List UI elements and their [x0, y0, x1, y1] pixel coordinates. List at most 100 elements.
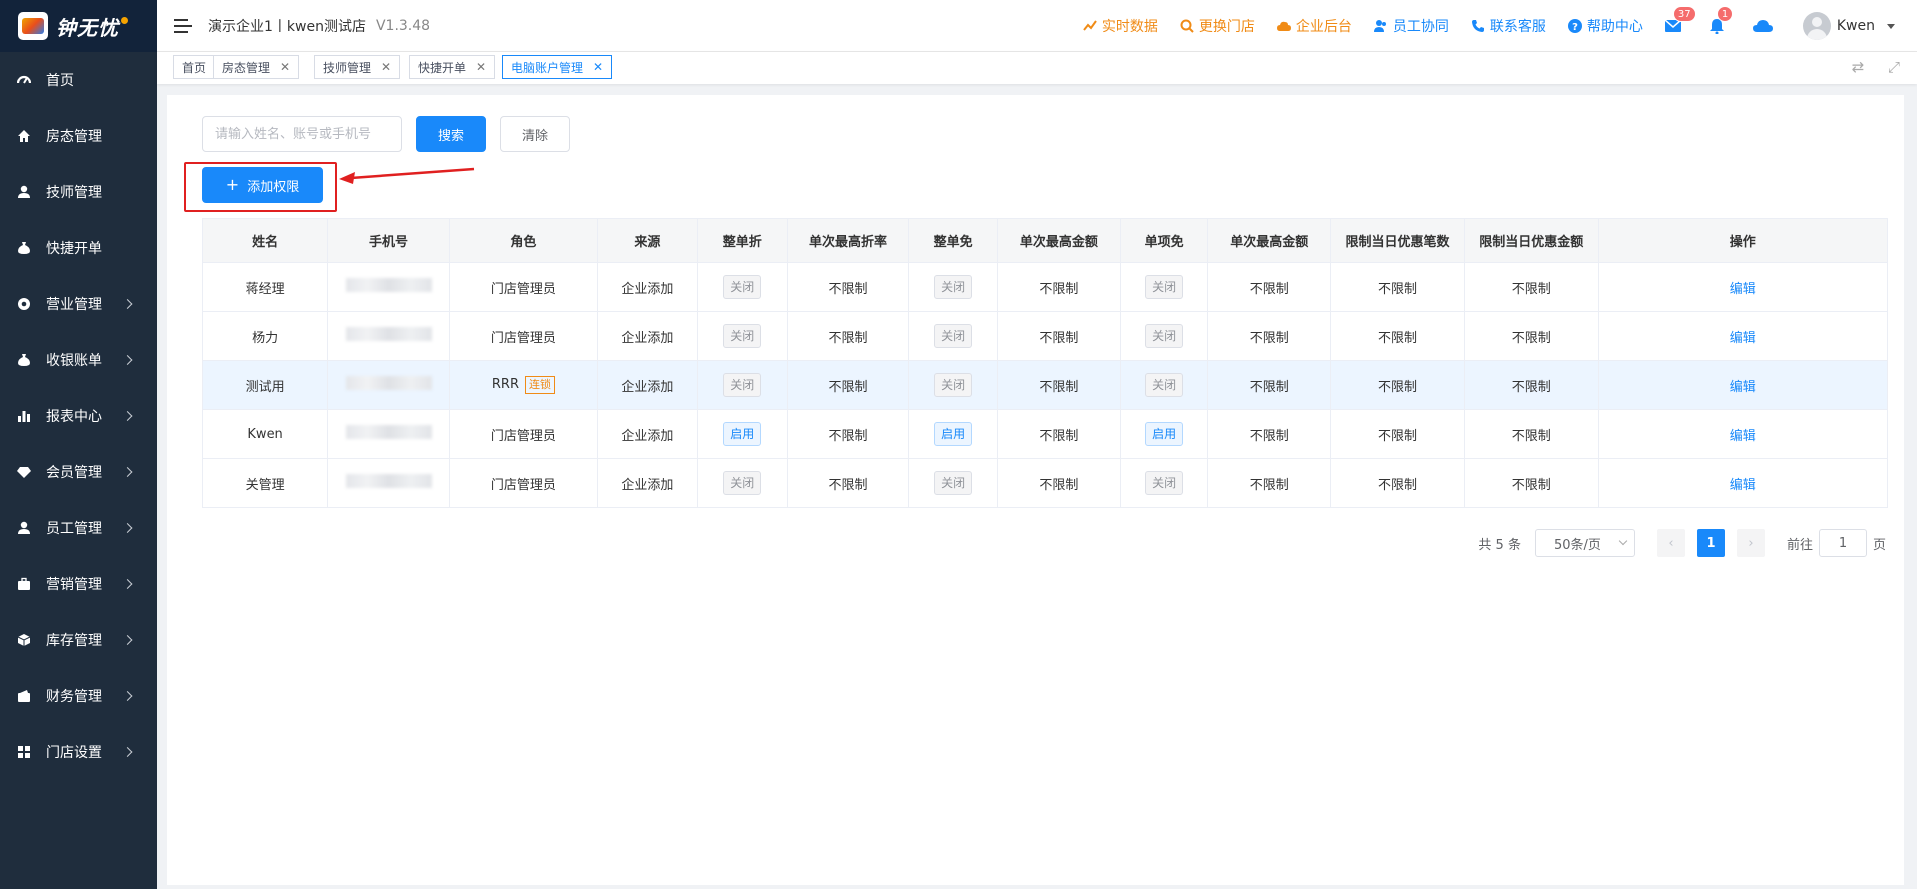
masked-phone — [345, 425, 432, 439]
cell-actions: 编辑 — [1597, 311, 1889, 361]
sidebar-item-7[interactable]: 会员管理 — [0, 444, 157, 500]
sidebar-item-12[interactable]: 门店设置 — [0, 724, 157, 780]
page-number-current[interactable]: 1 — [1696, 529, 1725, 557]
masked-phone — [345, 327, 432, 341]
sidebar-item-0[interactable]: 首页 — [0, 52, 157, 108]
next-page-button[interactable]: › — [1736, 529, 1765, 557]
table-row: 杨力 门店管理员 企业添加 关闭 不限制 关闭 不限制 关闭 不限制 不限制 不限制 编辑 — [201, 311, 1889, 361]
add-permission-button[interactable]: + 添加权限 — [202, 167, 323, 203]
sidebar-item-1[interactable]: 房态管理 — [0, 108, 157, 164]
cell-source: 企业添加 — [597, 262, 698, 312]
limit-count-text: 不限制 — [1377, 428, 1417, 444]
close-icon[interactable]: ✕ — [476, 60, 486, 74]
user-menu[interactable]: Kwen — [1802, 12, 1895, 40]
tab-home[interactable]: 首页 — [173, 55, 216, 79]
chevron-right-icon — [122, 299, 133, 309]
contact-service-link[interactable]: 联系客服 — [1471, 16, 1546, 36]
staff-collab-link[interactable]: 员工协同 — [1373, 16, 1449, 36]
prev-page-button[interactable]: ‹ — [1656, 529, 1685, 557]
column-header: 单次最高折率 — [786, 218, 910, 263]
sidebar-item-3[interactable]: 快捷开单 — [0, 220, 157, 276]
sidebar-item-5[interactable]: 收银账单 — [0, 332, 157, 388]
cell-source: 企业添加 — [597, 409, 698, 459]
tab-label: 电脑账户管理 — [511, 60, 584, 75]
people-icon — [1373, 19, 1388, 33]
limit-amount-text: 不限制 — [1511, 281, 1551, 297]
edit-link[interactable]: 编辑 — [1730, 331, 1756, 346]
table-row: 关管理 门店管理员 企业添加 关闭 不限制 关闭 不限制 关闭 不限制 不限制 不限制 编辑 — [201, 458, 1889, 508]
role-text: RRR — [491, 377, 519, 392]
cell-limit-count: 不限制 — [1330, 311, 1465, 361]
edit-link[interactable]: 编辑 — [1730, 429, 1756, 444]
sidebar-item-10[interactable]: 库存管理 — [0, 612, 157, 668]
cloud-sync-button[interactable] — [1752, 17, 1773, 35]
search-icon — [1180, 19, 1194, 33]
tab-quick-order[interactable]: 快捷开单 ✕ — [409, 55, 496, 79]
dashboard-icon — [16, 72, 32, 88]
tab-label: 技师管理 — [323, 60, 372, 75]
page-size-select[interactable]: 50条/页 — [1534, 529, 1635, 557]
help-center-label: 帮助中心 — [1586, 19, 1643, 35]
name-text: 杨力 — [252, 330, 279, 346]
close-icon[interactable]: ✕ — [280, 60, 290, 74]
cell-phone — [327, 262, 450, 312]
close-icon[interactable]: ✕ — [381, 60, 391, 74]
avatar — [1802, 12, 1831, 40]
cell-max-amount: 不限制 — [997, 311, 1121, 361]
app-logo[interactable]: 钟无忧 — [0, 0, 157, 52]
search-button[interactable]: 搜索 — [416, 116, 486, 152]
name-text: 关管理 — [245, 477, 285, 493]
refresh-icon[interactable]: ⇄ — [1849, 58, 1867, 76]
notification-button[interactable]: 1 — [1709, 6, 1734, 35]
column-header: 限制当日优惠笔数 — [1330, 218, 1465, 263]
sidebar-item-label: 门店设置 — [46, 745, 102, 761]
cell-free-order: 关闭 — [908, 360, 999, 410]
tab-pc-account[interactable]: 电脑账户管理 ✕ — [502, 55, 613, 79]
max-amount-text: 不限制 — [1039, 477, 1079, 493]
cloud-icon — [1752, 20, 1773, 32]
edit-link[interactable]: 编辑 — [1730, 380, 1756, 395]
mail-button[interactable]: 37 — [1664, 6, 1696, 35]
realtime-data-link[interactable]: 实时数据 — [1083, 16, 1158, 36]
clear-button[interactable]: 清除 — [500, 116, 570, 152]
goto-page-input[interactable] — [1818, 529, 1867, 557]
switch-store-link[interactable]: 更换门店 — [1180, 16, 1255, 36]
chevron-right-icon — [122, 579, 133, 589]
sidebar-item-6[interactable]: 报表中心 — [0, 388, 157, 444]
max-rate-text: 不限制 — [828, 330, 868, 346]
diamond-icon — [16, 464, 32, 480]
edit-link[interactable]: 编辑 — [1730, 282, 1756, 297]
logo-text: 钟无忧 — [56, 15, 119, 40]
source-text: 企业添加 — [621, 428, 674, 444]
cell-role: RRR 连锁 — [448, 360, 599, 410]
discount-status-tag: 关闭 — [723, 373, 762, 397]
sidebar-item-9[interactable]: 营销管理 — [0, 556, 157, 612]
cell-phone — [327, 458, 450, 508]
sidebar-item-4[interactable]: 营业管理 — [0, 276, 157, 332]
sidebar-item-11[interactable]: 财务管理 — [0, 668, 157, 724]
edit-link[interactable]: 编辑 — [1730, 478, 1756, 493]
close-icon[interactable]: ✕ — [593, 60, 603, 74]
free-item-status-tag: 关闭 — [1145, 471, 1184, 495]
help-icon: ? — [1567, 19, 1582, 33]
tab-room-status[interactable]: 房态管理 ✕ — [213, 55, 300, 79]
role-tag: 连锁 — [524, 376, 555, 394]
search-input[interactable] — [202, 116, 402, 152]
sidebar-item-label: 会员管理 — [46, 465, 102, 481]
cell-free-order: 关闭 — [908, 458, 999, 508]
table-row: Kwen 门店管理员 企业添加 启用 不限制 启用 不限制 启用 不限制 不限制 不限制 编辑 — [201, 409, 1889, 459]
column-header: 限制当日优惠金额 — [1463, 218, 1599, 263]
version-label: V1.3.48 — [375, 17, 431, 34]
menu-toggle-icon[interactable] — [174, 18, 192, 33]
moneybag-icon — [16, 352, 32, 368]
store-title: 演示企业1丨kwen测试店 — [208, 18, 366, 35]
sidebar-item-2[interactable]: 技师管理 — [0, 164, 157, 220]
cell-limit-count: 不限制 — [1330, 262, 1465, 312]
help-center-link[interactable]: ? 帮助中心 — [1567, 16, 1643, 36]
source-text: 企业添加 — [621, 477, 674, 493]
role-text: 门店管理员 — [490, 330, 556, 346]
fullscreen-icon[interactable]: ⤢ — [1885, 58, 1903, 76]
tab-technician[interactable]: 技师管理 ✕ — [314, 55, 401, 79]
sidebar-item-8[interactable]: 员工管理 — [0, 500, 157, 556]
enterprise-backend-link[interactable]: 企业后台 — [1276, 16, 1352, 36]
